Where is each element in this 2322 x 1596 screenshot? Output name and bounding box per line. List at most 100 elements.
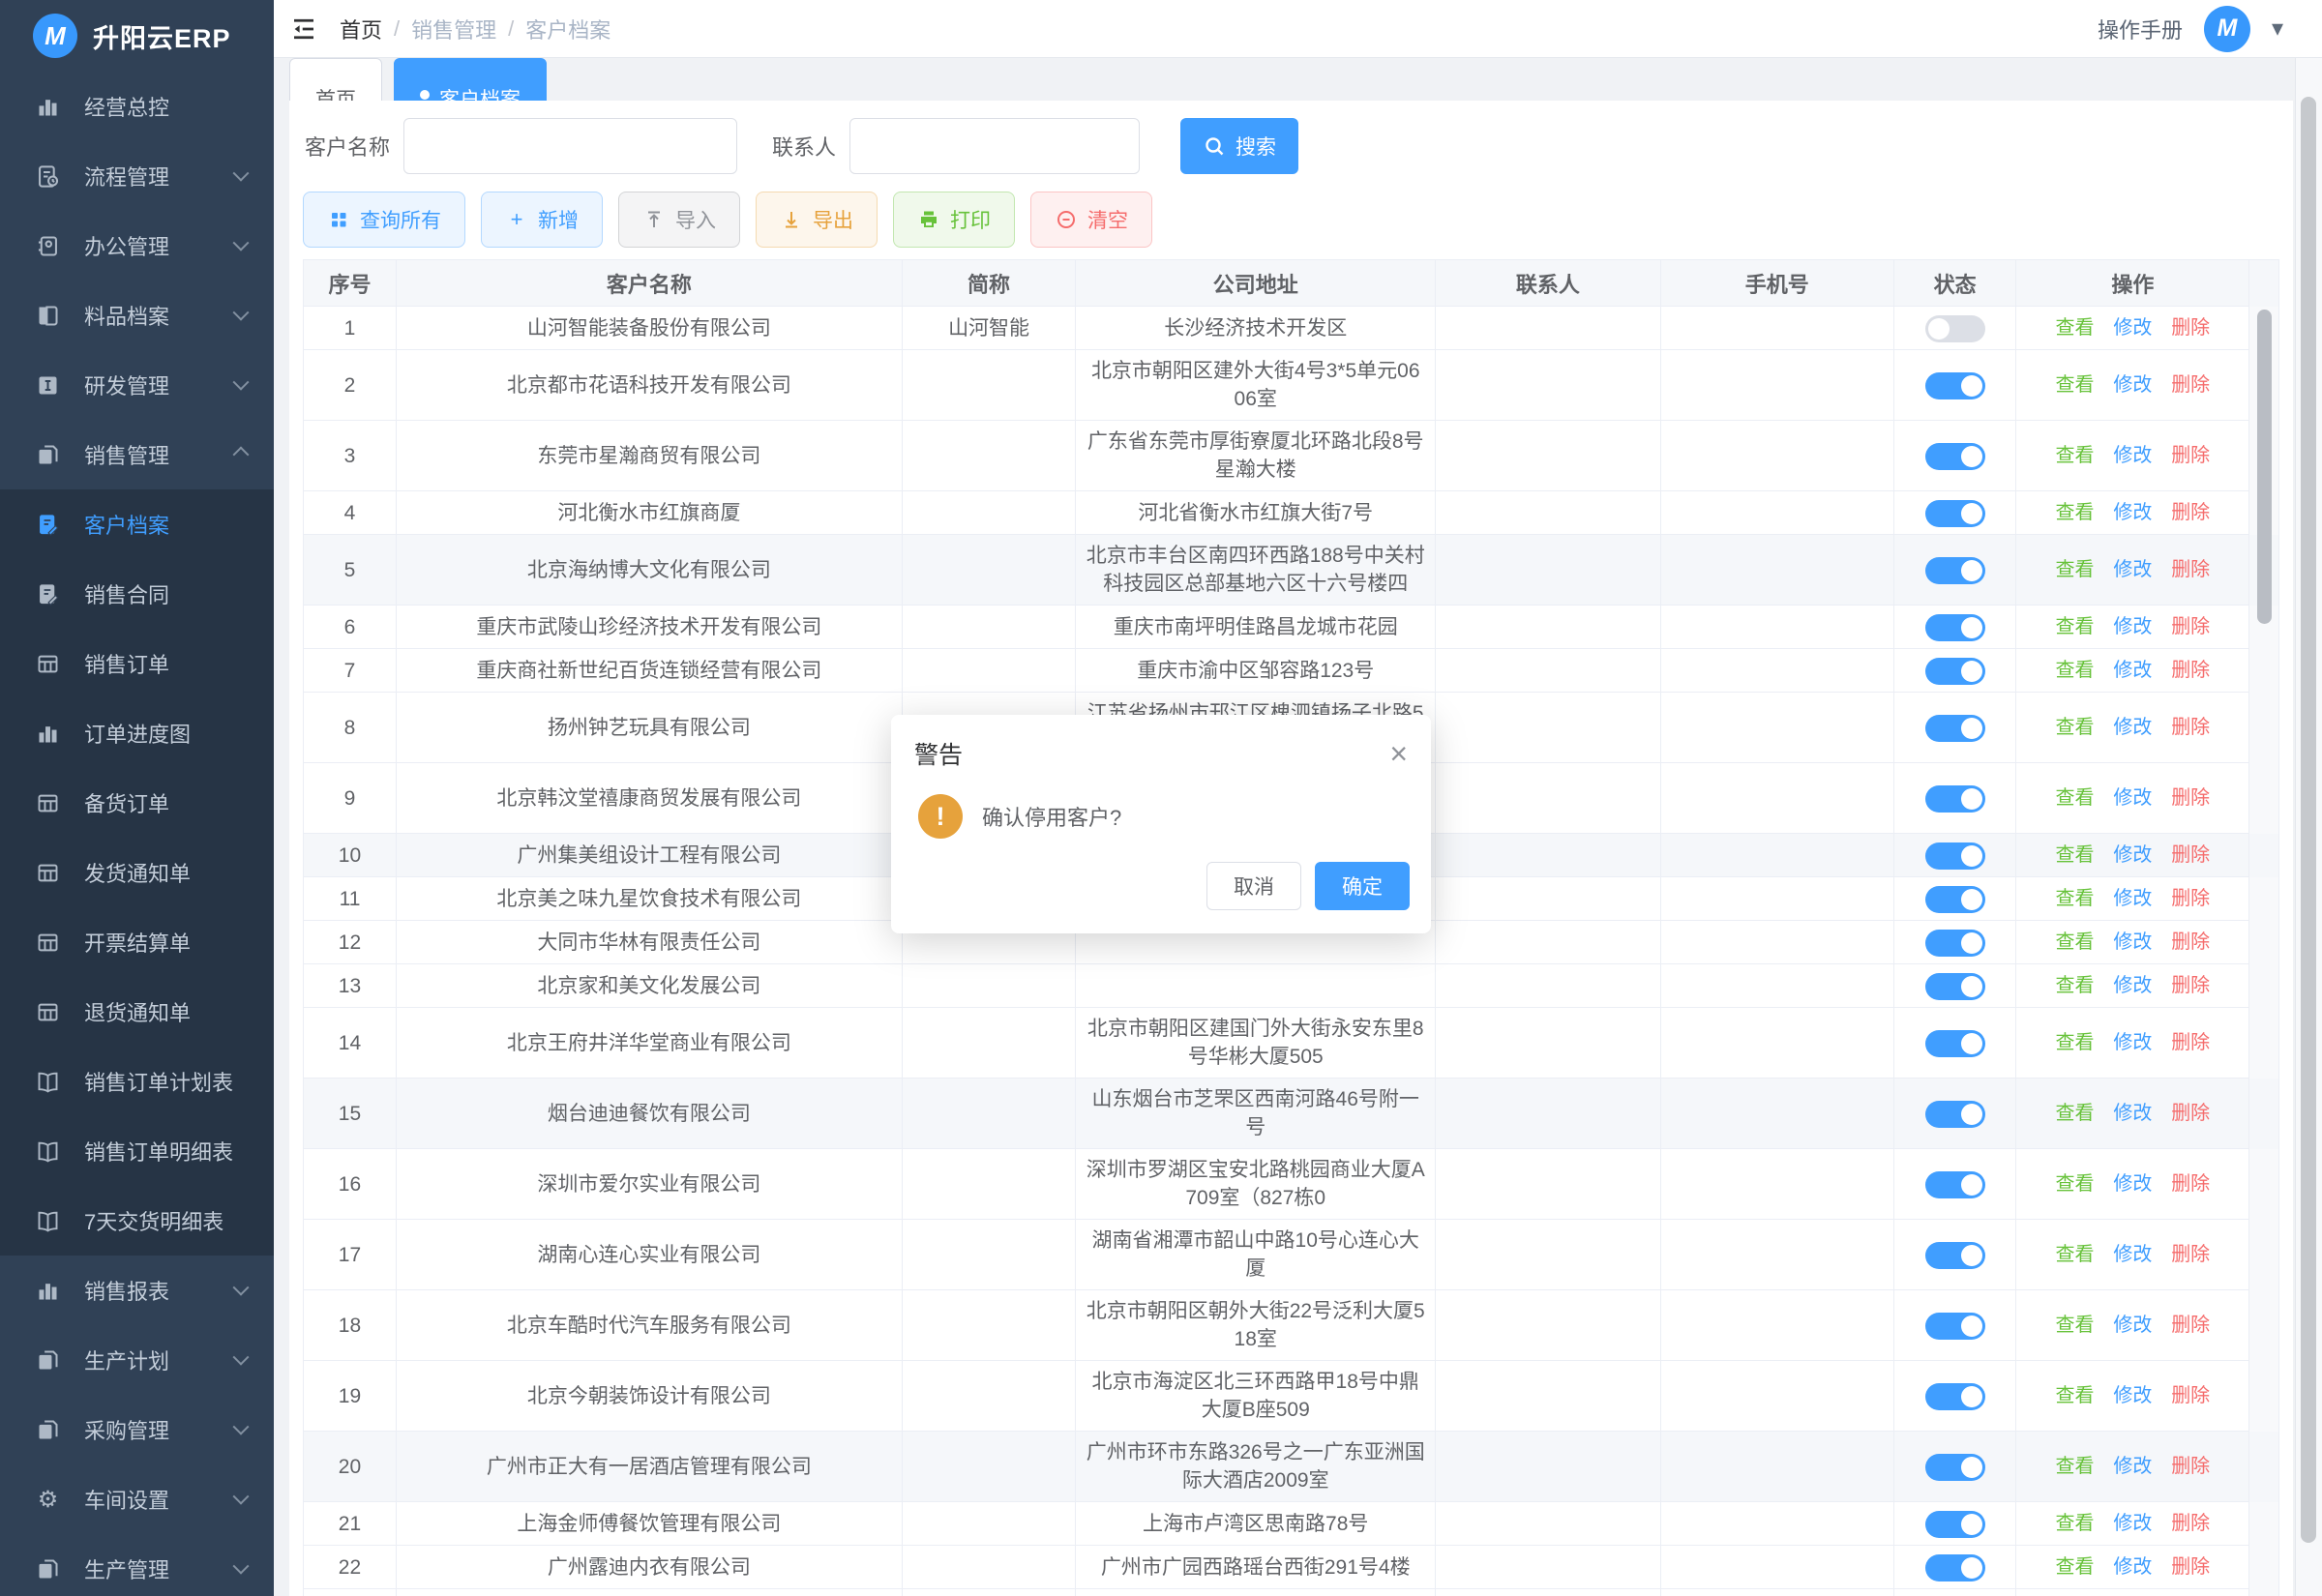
view-link[interactable]: 查看: [2056, 975, 2095, 996]
view-link[interactable]: 查看: [2056, 374, 2095, 396]
toolbar-button[interactable]: 打印: [893, 192, 1015, 248]
delete-link[interactable]: 删除: [2171, 502, 2210, 523]
status-toggle[interactable]: [1925, 1101, 1985, 1128]
edit-link[interactable]: 修改: [2113, 1556, 2152, 1578]
view-link[interactable]: 查看: [2056, 1173, 2095, 1195]
delete-link[interactable]: 删除: [2171, 616, 2210, 637]
sidebar-item[interactable]: 开票结算单: [0, 907, 274, 977]
confirm-button[interactable]: 确定: [1315, 862, 1410, 910]
status-toggle[interactable]: [1925, 842, 1985, 870]
status-toggle[interactable]: [1925, 315, 1985, 342]
sidebar-item[interactable]: 生产管理: [0, 1534, 274, 1596]
delete-link[interactable]: 删除: [2171, 374, 2210, 396]
sidebar-item[interactable]: 研发管理: [0, 350, 274, 420]
edit-link[interactable]: 修改: [2113, 1513, 2152, 1534]
status-toggle[interactable]: [1925, 973, 1985, 1000]
sidebar-item[interactable]: 销售合同: [0, 559, 274, 629]
delete-link[interactable]: 删除: [2171, 1315, 2210, 1336]
status-toggle[interactable]: [1925, 658, 1985, 685]
sidebar-item[interactable]: 料品档案: [0, 281, 274, 350]
status-toggle[interactable]: [1925, 1313, 1985, 1340]
sidebar-item[interactable]: 备货订单: [0, 768, 274, 838]
delete-link[interactable]: 删除: [2171, 888, 2210, 909]
sidebar-item[interactable]: 销售订单: [0, 629, 274, 698]
delete-link[interactable]: 删除: [2171, 1032, 2210, 1053]
edit-link[interactable]: 修改: [2113, 1032, 2152, 1053]
manual-link[interactable]: 操作手册: [2098, 14, 2183, 44]
view-link[interactable]: 查看: [2056, 445, 2095, 466]
sidebar-item[interactable]: 销售订单明细表: [0, 1116, 274, 1186]
status-toggle[interactable]: [1925, 614, 1985, 641]
delete-link[interactable]: 删除: [2171, 1456, 2210, 1477]
view-link[interactable]: 查看: [2056, 1513, 2095, 1534]
delete-link[interactable]: 删除: [2171, 787, 2210, 809]
sidebar-item[interactable]: 发货通知单: [0, 838, 274, 907]
status-toggle[interactable]: [1925, 1454, 1985, 1481]
edit-link[interactable]: 修改: [2113, 717, 2152, 738]
table-scrollbar-thumb[interactable]: [2257, 310, 2272, 624]
status-toggle[interactable]: [1925, 1383, 1985, 1410]
status-toggle[interactable]: [1925, 443, 1985, 470]
status-toggle[interactable]: [1925, 1242, 1985, 1269]
edit-link[interactable]: 修改: [2113, 374, 2152, 396]
sidebar-item[interactable]: ⚙ 车间设置: [0, 1464, 274, 1534]
status-toggle[interactable]: [1925, 886, 1985, 913]
edit-link[interactable]: 修改: [2113, 975, 2152, 996]
view-link[interactable]: 查看: [2056, 1032, 2095, 1053]
view-link[interactable]: 查看: [2056, 317, 2095, 339]
view-link[interactable]: 查看: [2056, 931, 2095, 953]
view-link[interactable]: 查看: [2056, 1103, 2095, 1124]
edit-link[interactable]: 修改: [2113, 616, 2152, 637]
sidebar-item[interactable]: 客户档案: [0, 489, 274, 559]
delete-link[interactable]: 删除: [2171, 1513, 2210, 1534]
status-toggle[interactable]: [1925, 1030, 1985, 1057]
delete-link[interactable]: 删除: [2171, 445, 2210, 466]
search-button[interactable]: 搜索: [1180, 118, 1298, 174]
sidebar-item[interactable]: 订单进度图: [0, 698, 274, 768]
edit-link[interactable]: 修改: [2113, 888, 2152, 909]
delete-link[interactable]: 删除: [2171, 717, 2210, 738]
view-link[interactable]: 查看: [2056, 616, 2095, 637]
edit-link[interactable]: 修改: [2113, 502, 2152, 523]
breadcrumb-item[interactable]: 客户档案: [525, 14, 610, 44]
status-toggle[interactable]: [1925, 930, 1985, 957]
edit-link[interactable]: 修改: [2113, 317, 2152, 339]
contact-input[interactable]: [849, 118, 1140, 174]
breadcrumb-item[interactable]: 销售管理: [411, 14, 496, 44]
view-link[interactable]: 查看: [2056, 888, 2095, 909]
view-link[interactable]: 查看: [2056, 787, 2095, 809]
toolbar-button[interactable]: + 新增: [481, 192, 603, 248]
view-link[interactable]: 查看: [2056, 1556, 2095, 1578]
status-toggle[interactable]: [1925, 785, 1985, 813]
tab[interactable]: 客户档案: [394, 58, 547, 101]
edit-link[interactable]: 修改: [2113, 1315, 2152, 1336]
delete-link[interactable]: 删除: [2171, 931, 2210, 953]
sidebar-item[interactable]: 采购管理: [0, 1395, 274, 1464]
toolbar-button[interactable]: 导出: [756, 192, 878, 248]
view-link[interactable]: 查看: [2056, 1244, 2095, 1265]
delete-link[interactable]: 删除: [2171, 317, 2210, 339]
edit-link[interactable]: 修改: [2113, 1244, 2152, 1265]
delete-link[interactable]: 删除: [2171, 1103, 2210, 1124]
avatar[interactable]: M: [2204, 6, 2250, 52]
status-toggle[interactable]: [1925, 500, 1985, 527]
status-toggle[interactable]: [1925, 557, 1985, 584]
view-link[interactable]: 查看: [2056, 1456, 2095, 1477]
caret-down-icon[interactable]: ▾: [2272, 17, 2283, 41]
edit-link[interactable]: 修改: [2113, 1103, 2152, 1124]
delete-link[interactable]: 删除: [2171, 559, 2210, 580]
collapse-menu-icon[interactable]: [289, 15, 318, 44]
delete-link[interactable]: 删除: [2171, 975, 2210, 996]
sidebar-item[interactable]: 退货通知单: [0, 977, 274, 1047]
view-link[interactable]: 查看: [2056, 1315, 2095, 1336]
delete-link[interactable]: 删除: [2171, 1244, 2210, 1265]
view-link[interactable]: 查看: [2056, 844, 2095, 866]
view-link[interactable]: 查看: [2056, 660, 2095, 681]
cancel-button[interactable]: 取消: [1206, 862, 1301, 910]
edit-link[interactable]: 修改: [2113, 1456, 2152, 1477]
view-link[interactable]: 查看: [2056, 717, 2095, 738]
delete-link[interactable]: 删除: [2171, 1556, 2210, 1578]
edit-link[interactable]: 修改: [2113, 844, 2152, 866]
toolbar-button[interactable]: 查询所有: [303, 192, 465, 248]
edit-link[interactable]: 修改: [2113, 660, 2152, 681]
